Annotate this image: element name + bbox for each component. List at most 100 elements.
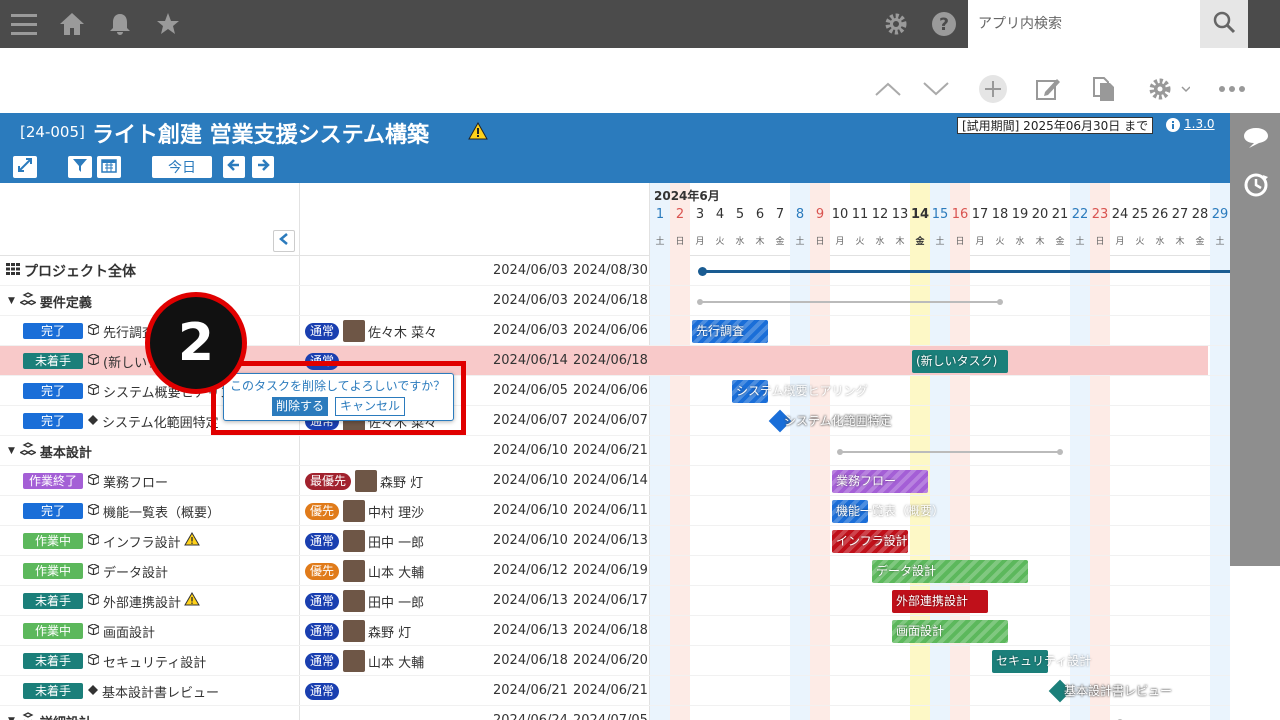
delete-button[interactable]: 削除する <box>272 397 329 416</box>
filter-button[interactable] <box>68 156 92 178</box>
cancel-button[interactable]: キャンセル <box>335 397 406 416</box>
status-badge[interactable]: 完了 <box>23 323 83 339</box>
task-row[interactable]: 作業中 画面設計 通常 森野 灯 2024/06/13 2024/06/18 画面設計 <box>0 616 1230 646</box>
task-row[interactable]: 完了 機能一覧表（概要） 優先 中村 理沙 2024/06/10 2024/06/11 機能… <box>0 496 1230 526</box>
task-name[interactable]: 基本設計書レビュー <box>102 682 219 701</box>
task-row[interactable]: 未着手 外部連携設計 通常 田中 一郎 2024/06/13 2024/06/17 外部連携… <box>0 586 1230 616</box>
status-badge[interactable]: 未着手 <box>23 593 83 609</box>
task-row[interactable]: 作業終了 業務フロー 最優先 森野 灯 2024/06/10 2024/06/14 業務フロ… <box>0 466 1230 496</box>
gantt-bar[interactable]: 画面設計 <box>892 620 1008 643</box>
status-badge[interactable]: 作業中 <box>23 563 83 579</box>
gantt-bar[interactable]: 業務フロー <box>832 470 928 493</box>
task-name[interactable]: 機能一覧表（概要） <box>103 502 220 521</box>
search-input[interactable] <box>968 0 1200 48</box>
timeline-weekday: 木 <box>1175 237 1185 247</box>
home-icon[interactable] <box>56 8 88 40</box>
timeline-day-number: 16 <box>951 207 969 222</box>
status-badge[interactable]: 作業終了 <box>23 473 83 489</box>
help-icon[interactable]: ? <box>928 8 960 40</box>
comment-icon[interactable] <box>1243 126 1269 154</box>
caret-down-icon[interactable]: ▼ <box>8 716 15 720</box>
status-badge[interactable]: 完了 <box>23 383 83 399</box>
edit-icon[interactable] <box>1032 72 1064 106</box>
task-name[interactable]: インフラ設計 <box>103 532 181 551</box>
status-badge[interactable]: 作業中 <box>23 623 83 639</box>
gantt-bar[interactable]: (新しいタスク) <box>912 350 1008 373</box>
timeline-weekday: 火 <box>1135 237 1145 247</box>
duplicate-icon[interactable] <box>1088 72 1120 106</box>
previous-record-icon[interactable] <box>872 72 904 106</box>
task-name[interactable]: システム化範囲特定 <box>102 412 219 431</box>
priority-badge[interactable]: 通常 <box>305 322 340 340</box>
status-badge[interactable]: 未着手 <box>23 683 83 699</box>
priority-badge[interactable]: 通常 <box>305 622 340 640</box>
collapse-panel-button[interactable] <box>273 230 295 252</box>
next-period-button[interactable] <box>252 156 274 178</box>
search-button[interactable] <box>1200 0 1248 48</box>
gantt-bar[interactable]: セキュリティ設計 <box>992 650 1091 673</box>
status-badge[interactable]: 未着手 <box>23 653 83 669</box>
span-end-dot <box>997 299 1003 305</box>
status-badge[interactable]: 完了 <box>23 413 83 429</box>
gantt-bar[interactable]: 先行調査 <box>692 320 768 343</box>
settings-dropdown-icon[interactable] <box>1144 72 1192 106</box>
history-icon[interactable] <box>1243 172 1269 202</box>
expand-button[interactable] <box>13 156 37 178</box>
bell-icon[interactable] <box>104 8 136 40</box>
gantt-bar-label: システム概要ヒアリング <box>736 384 868 398</box>
gantt-bar-label: 画面設計 <box>896 624 945 638</box>
task-row[interactable]: 作業中 インフラ設計 通常 田中 一郎 2024/06/10 2024/06/13 インフラ… <box>0 526 1230 556</box>
priority-badge[interactable]: 通常 <box>305 682 340 700</box>
expand-icon <box>17 157 33 177</box>
gantt-bar-label: 機能一覧表（概要） <box>836 504 945 518</box>
prev-period-button[interactable] <box>223 156 245 178</box>
star-icon[interactable] <box>152 8 184 40</box>
end-date: 2024/06/21 <box>573 443 648 458</box>
timeline-day-number: 12 <box>871 207 889 222</box>
version-link[interactable]: 1.3.0 <box>1184 117 1215 131</box>
task-name[interactable]: セキュリティ設計 <box>103 652 206 671</box>
group-row[interactable]: プロジェクト全体 2024/06/03 2024/08/30 <box>0 256 1230 286</box>
menu-icon[interactable] <box>8 8 40 40</box>
timeline-weekday: 金 <box>1055 237 1065 247</box>
priority-badge[interactable]: 通常 <box>305 592 340 610</box>
caret-down-icon[interactable]: ▼ <box>8 446 15 456</box>
priority-badge[interactable]: 通常 <box>305 652 340 670</box>
today-button[interactable]: 今日 <box>152 156 212 178</box>
priority-badge[interactable]: 通常 <box>305 532 340 550</box>
gantt-bar[interactable]: システム概要ヒアリング <box>732 380 868 403</box>
task-name[interactable]: データ設計 <box>103 562 168 581</box>
priority-badge[interactable]: 最優先 <box>305 472 352 490</box>
gantt-bar[interactable]: 機能一覧表（概要） <box>832 500 944 523</box>
task-name[interactable]: 業務フロー <box>103 472 168 491</box>
more-icon[interactable] <box>1216 72 1248 106</box>
add-record-icon[interactable] <box>976 72 1010 106</box>
calendar-button[interactable] <box>97 156 121 178</box>
svg-text:?: ? <box>939 15 949 35</box>
gantt-bar-label: データ設計 <box>876 564 937 578</box>
status-badge[interactable]: 完了 <box>23 503 83 519</box>
priority-badge[interactable]: 優先 <box>305 562 340 580</box>
group-row[interactable]: ▼ 詳細設計 2024/06/24 2024/07/05 <box>0 706 1230 720</box>
next-record-icon[interactable] <box>920 72 952 106</box>
task-row[interactable]: 未着手 基本設計書レビュー 通常 2024/06/21 2024/06/21 基本設計書レ… <box>0 676 1230 706</box>
gantt-bar[interactable]: インフラ設計 <box>832 530 908 553</box>
start-date: 2024/06/13 <box>493 623 568 638</box>
priority-badge[interactable]: 優先 <box>305 502 340 520</box>
gear-icon[interactable] <box>880 8 912 40</box>
status-badge[interactable]: 未着手 <box>23 353 83 369</box>
status-badge[interactable]: 作業中 <box>23 533 83 549</box>
task-row[interactable]: 作業中 データ設計 優先 山本 大輔 2024/06/12 2024/06/19 データ設計 <box>0 556 1230 586</box>
group-row[interactable]: ▼ 基本設計 2024/06/10 2024/06/21 <box>0 436 1230 466</box>
gantt-bar[interactable]: 外部連携設計 <box>892 590 988 613</box>
caret-down-icon[interactable]: ▼ <box>8 296 15 306</box>
task-name[interactable]: 画面設計 <box>103 622 155 641</box>
gantt-bar[interactable]: データ設計 <box>872 560 1028 583</box>
task-row[interactable]: 完了システム化範囲特定通常佐々木 菜々2024/06/072024/06/07シ… <box>0 406 1230 436</box>
start-date: 2024/06/03 <box>493 263 568 278</box>
start-date: 2024/06/10 <box>493 503 568 518</box>
start-date: 2024/06/24 <box>493 706 568 720</box>
task-name[interactable]: 外部連携設計 <box>103 592 181 611</box>
end-date: 2024/06/11 <box>573 503 648 518</box>
task-row[interactable]: 未着手 セキュリティ設計 通常 山本 大輔 2024/06/18 2024/06/20 セキ… <box>0 646 1230 676</box>
